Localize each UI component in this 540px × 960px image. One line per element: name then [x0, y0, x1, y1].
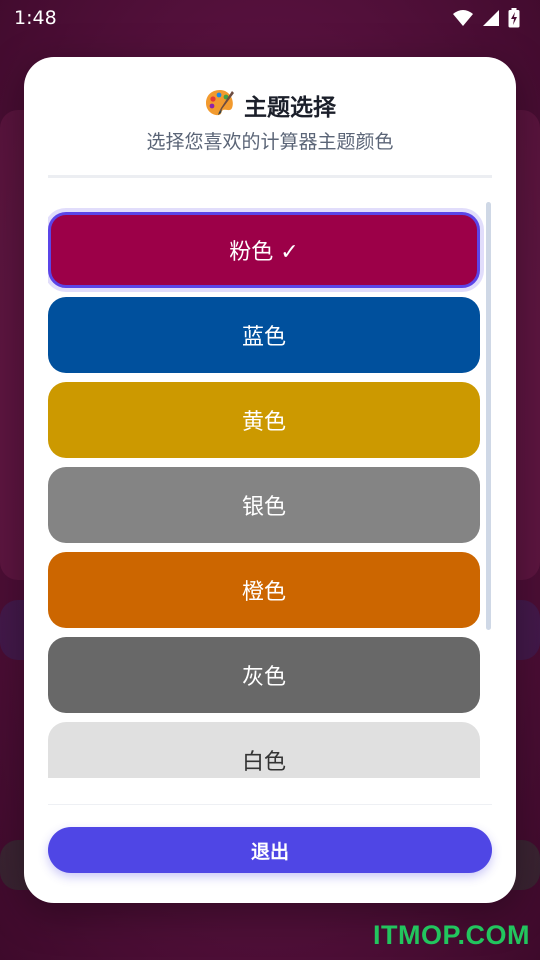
theme-option-label: 橙色: [241, 580, 286, 605]
theme-option-gray[interactable]: 灰色: [48, 637, 480, 713]
theme-option-label: 粉色 ✓: [229, 240, 299, 265]
dialog-title: 主题选择: [244, 95, 336, 121]
theme-option-pink[interactable]: 粉色 ✓: [48, 212, 480, 288]
divider: [48, 175, 492, 178]
theme-option-yellow[interactable]: 黄色: [48, 382, 480, 458]
status-time: 1:48: [14, 7, 57, 29]
divider: [48, 804, 492, 805]
theme-option-white[interactable]: 白色: [48, 722, 480, 778]
exit-button-label: 退出: [250, 840, 289, 863]
palette-icon: [204, 87, 236, 123]
dialog-header: 主题选择: [24, 87, 516, 123]
theme-option-label: 黄色: [241, 410, 286, 435]
theme-option-blue[interactable]: 蓝色: [48, 297, 480, 373]
theme-option-label: 蓝色: [241, 325, 286, 350]
watermark: ITMOP.COM: [372, 920, 530, 950]
wifi-icon: [452, 9, 474, 27]
theme-list-scrollbar[interactable]: [486, 202, 491, 630]
theme-selection-dialog: 主题选择 选择您喜欢的计算器主题颜色 粉色 ✓ 蓝色 黄色 银色 橙色 灰色 白…: [24, 57, 516, 903]
status-icons: [452, 8, 520, 28]
theme-list[interactable]: 粉色 ✓ 蓝色 黄色 银色 橙色 灰色 白色: [48, 202, 492, 778]
theme-option-label: 银色: [241, 495, 286, 520]
signal-icon: [482, 9, 500, 27]
battery-charging-icon: [508, 8, 520, 28]
theme-option-orange[interactable]: 橙色: [48, 552, 480, 628]
theme-option-silver[interactable]: 银色: [48, 467, 480, 543]
exit-button[interactable]: 退出: [48, 827, 492, 873]
theme-option-label: 灰色: [241, 665, 286, 690]
dialog-subtitle: 选择您喜欢的计算器主题颜色: [146, 131, 394, 153]
theme-option-label: 白色: [241, 750, 286, 775]
status-bar: 1:48: [0, 0, 540, 36]
